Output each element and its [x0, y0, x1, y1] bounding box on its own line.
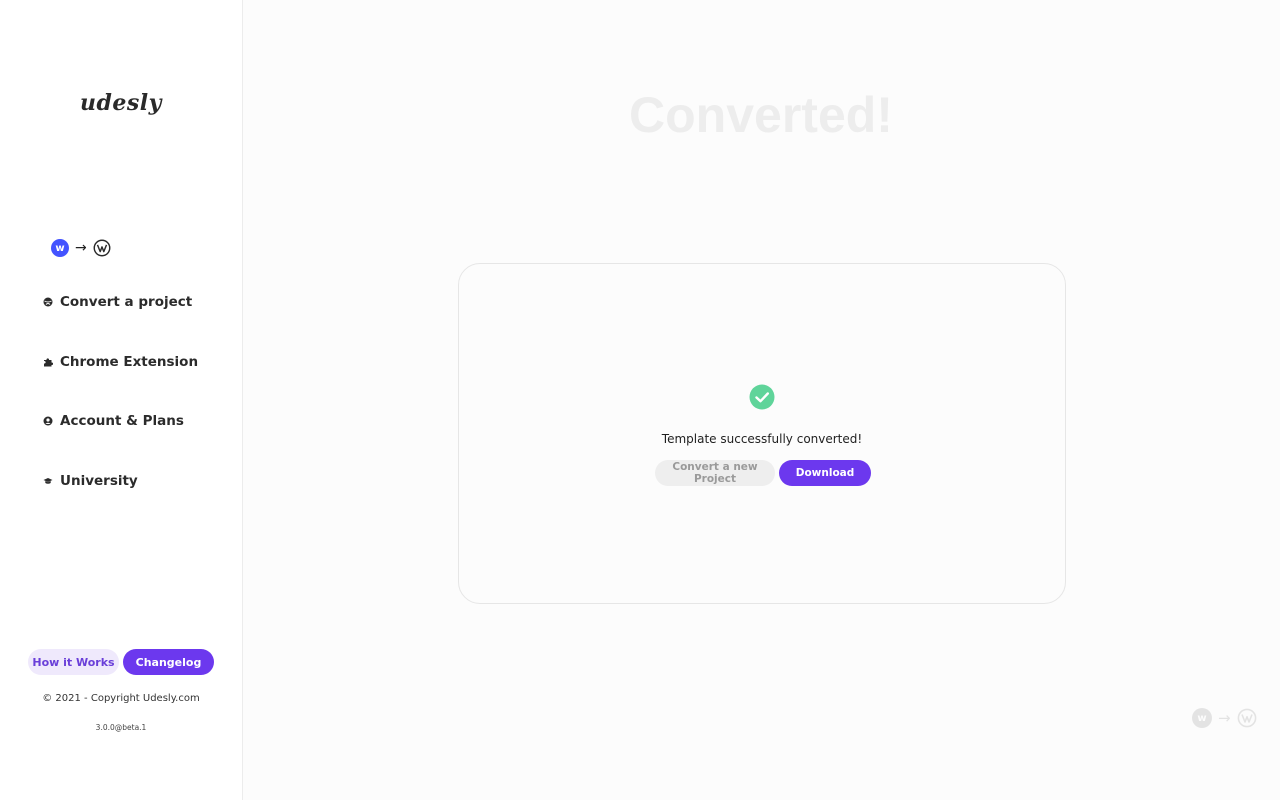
user-circle-icon	[43, 416, 53, 426]
wordpress-icon	[93, 239, 111, 257]
platform-indicator: w →	[51, 239, 111, 257]
globe-icon	[43, 297, 53, 307]
sidebar-nav: Convert a project Chrome Extension Accou…	[43, 292, 198, 530]
convert-new-project-button[interactable]: Convert a new Project	[655, 460, 775, 486]
sidebar-item-label: Convert a project	[60, 294, 193, 310]
copyright-text: © 2021 - Copyright Udesly.com	[42, 693, 200, 704]
wordpress-icon	[1237, 708, 1256, 728]
arrow-right-icon: →	[75, 240, 87, 256]
udesly-logo[interactable]: udesly	[0, 90, 242, 116]
puzzle-icon	[44, 357, 53, 366]
sidebar: udesly w → Convert a project Chrome Exte…	[0, 0, 243, 800]
result-card: Template successfully converted! Convert…	[458, 263, 1066, 604]
page-title: Converted!	[629, 87, 893, 143]
corner-platform-indicator: w →	[1192, 708, 1257, 728]
version-text: 3.0.0@beta.1	[95, 723, 147, 732]
changelog-button[interactable]: Changelog	[123, 649, 214, 675]
sidebar-item-chrome-extension[interactable]: Chrome Extension	[43, 352, 198, 372]
sidebar-item-label: University	[60, 472, 138, 489]
sidebar-item-label: Chrome Extension	[60, 353, 199, 370]
check-circle-icon	[749, 384, 775, 410]
sidebar-item-label: Account & Plans	[60, 413, 184, 429]
sidebar-item-convert-project[interactable]: Convert a project	[43, 292, 198, 312]
webflow-icon: w	[51, 239, 69, 257]
webflow-icon: w	[1192, 708, 1212, 728]
success-message: Template successfully converted!	[661, 432, 863, 446]
card-actions: Convert a new Project Download	[655, 460, 871, 486]
download-button[interactable]: Download	[779, 460, 871, 486]
sidebar-item-account-plans[interactable]: Account & Plans	[43, 411, 198, 431]
sidebar-buttons: How it Works Changelog	[28, 649, 214, 675]
graduation-cap-icon	[43, 477, 53, 484]
how-it-works-button[interactable]: How it Works	[28, 649, 119, 675]
arrow-right-icon: →	[1218, 708, 1231, 727]
sidebar-item-university[interactable]: University	[43, 471, 198, 491]
